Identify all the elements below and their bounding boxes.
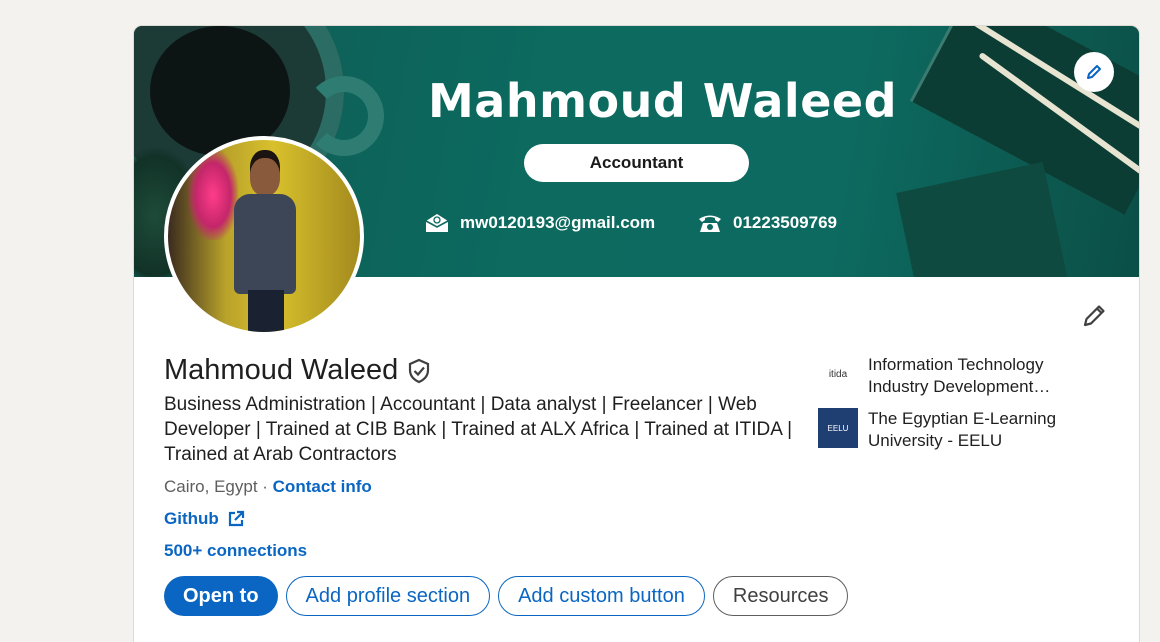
connections-link[interactable]: 500+ connections bbox=[164, 541, 307, 561]
banner-mug-handle-graphic bbox=[304, 76, 384, 156]
profile-location: Cairo, Egypt bbox=[164, 477, 258, 496]
github-link[interactable]: Github bbox=[164, 509, 245, 529]
organization-name: Information Technology Industry Developm… bbox=[868, 355, 1051, 396]
add-custom-button-button[interactable]: Add custom button bbox=[498, 576, 705, 616]
organization-item[interactable]: itida Information Technology Industry De… bbox=[818, 354, 1078, 398]
profile-actions: Open to Add profile section Add custom b… bbox=[164, 576, 849, 616]
open-to-button[interactable]: Open to bbox=[164, 576, 278, 616]
banner-title-pill: Accountant bbox=[524, 144, 749, 182]
banner-phone-text: 01223509769 bbox=[733, 213, 838, 232]
banner-email: mw0120193@gmail.com bbox=[424, 212, 655, 234]
banner-phone: 01223509769 bbox=[697, 212, 837, 234]
location-separator: · bbox=[257, 477, 273, 496]
itida-logo: itida bbox=[818, 354, 858, 394]
profile-organizations: itida Information Technology Industry De… bbox=[818, 354, 1078, 462]
eelu-logo: EELU bbox=[818, 408, 858, 448]
organization-name: The Egyptian E-Learning University - EEL… bbox=[868, 409, 1057, 450]
profile-card: Mahmoud Waleed Accountant mw0120193@gmai… bbox=[134, 26, 1139, 642]
shield-check-icon[interactable] bbox=[406, 358, 432, 384]
envelope-icon bbox=[425, 214, 449, 232]
organization-item[interactable]: EELU The Egyptian E-Learning University … bbox=[818, 408, 1078, 452]
profile-name: Mahmoud Waleed bbox=[164, 354, 399, 386]
itida-logo-text: itida bbox=[828, 368, 848, 380]
eelu-logo-text: EELU bbox=[827, 423, 849, 433]
external-link-icon bbox=[228, 510, 244, 527]
resources-button[interactable]: Resources bbox=[712, 576, 849, 616]
profile-name-row: Mahmoud Waleed bbox=[164, 354, 432, 387]
pencil-icon bbox=[1087, 65, 1101, 79]
add-profile-section-button[interactable]: Add profile section bbox=[285, 576, 491, 616]
github-link-label: Github bbox=[164, 509, 219, 528]
edit-banner-button[interactable] bbox=[1074, 52, 1114, 92]
banner-name: Mahmoud Waleed bbox=[428, 74, 898, 128]
contact-info-link[interactable]: Contact info bbox=[273, 477, 372, 496]
banner-email-text: mw0120193@gmail.com bbox=[460, 213, 656, 232]
edit-intro-button[interactable] bbox=[1080, 302, 1108, 330]
profile-avatar[interactable] bbox=[164, 136, 364, 336]
profile-headline: Business Administration | Accountant | D… bbox=[164, 394, 793, 465]
telephone-icon bbox=[699, 215, 721, 232]
profile-location-row: Cairo, Egypt · Contact info bbox=[164, 477, 372, 497]
pencil-icon bbox=[1083, 305, 1105, 327]
